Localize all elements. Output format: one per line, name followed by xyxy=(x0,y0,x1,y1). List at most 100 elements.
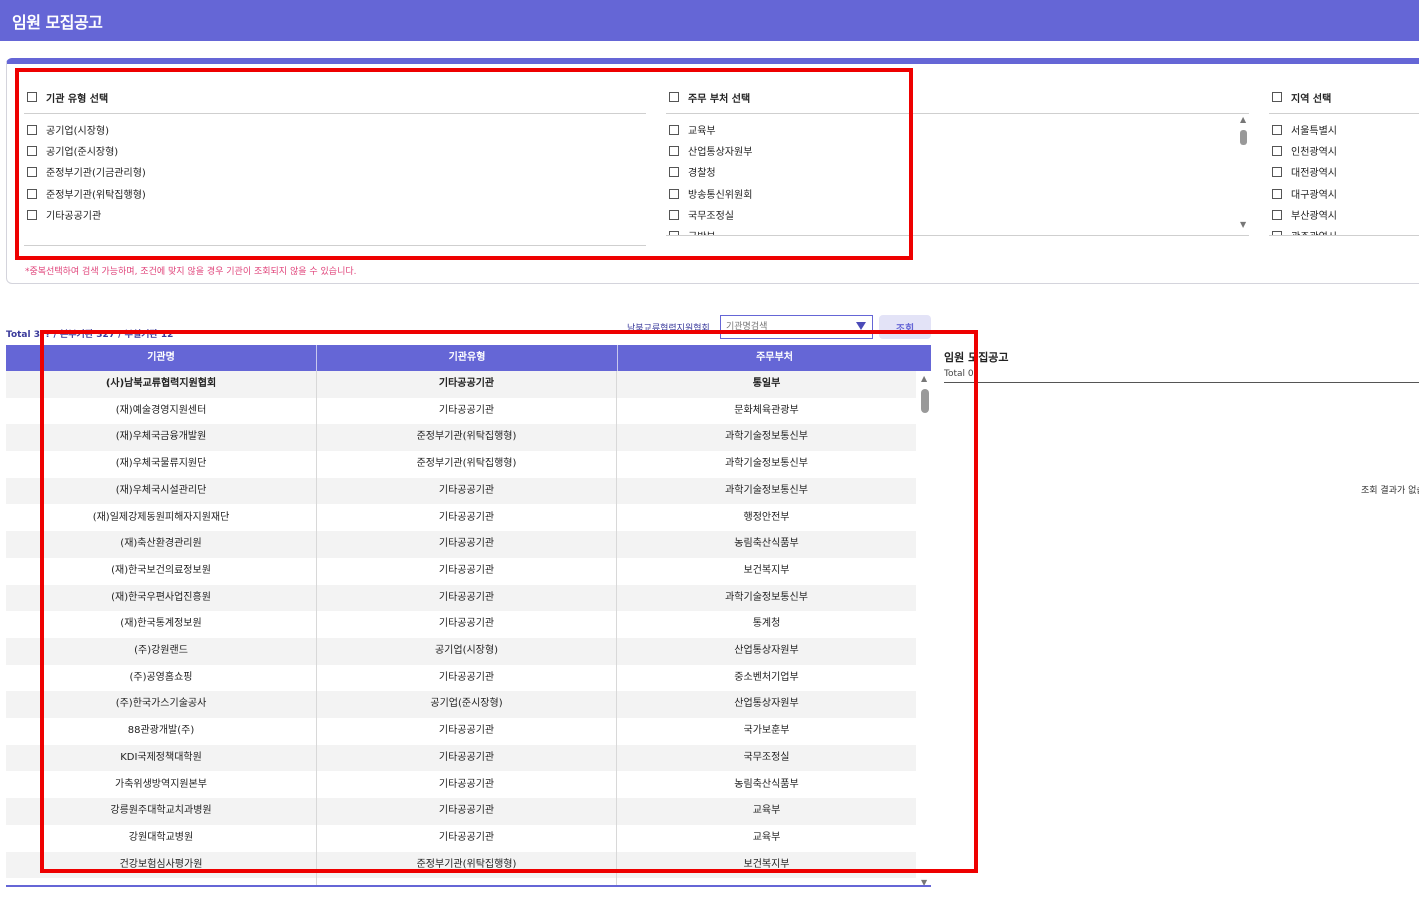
filter-option[interactable]: 산업통상자원부 xyxy=(666,143,866,159)
select-all-checkbox[interactable] xyxy=(669,92,679,102)
cell-institution-name: (재)우체국시설관리단 xyxy=(115,484,207,496)
option-checkbox[interactable] xyxy=(669,167,679,178)
option-checkbox[interactable] xyxy=(27,209,37,220)
institution-table: 기관명 기관유형 주무부처 건강보험심사평가원 준정부기관(위탁집행형) 보건복지부… xyxy=(6,345,931,887)
table-row[interactable]: (재)한국우편사업진흥원 기타공공기관 과학기술정보통신부 xyxy=(6,584,916,612)
cell-institution-name: 강원대학교병원 xyxy=(128,831,194,843)
cell-ministry: 행정안전부 xyxy=(743,511,790,523)
cell-institution-name: 강릉원주대학교치과병원 xyxy=(110,805,212,817)
filter-option[interactable]: 대구광역시 xyxy=(1269,186,1419,202)
column-header-name[interactable]: 기관명 xyxy=(6,345,317,371)
cell-institution-name: (주)한국가스기술공사 xyxy=(115,698,207,710)
filter-option[interactable]: 공기업(준시장형) xyxy=(24,143,224,159)
option-label: 교육부 xyxy=(688,126,716,137)
column-header-ministry[interactable]: 주무부처 xyxy=(618,345,931,371)
ministry-header[interactable]: 주무 부처 선택 xyxy=(666,84,1249,114)
select-all-checkbox[interactable] xyxy=(1272,92,1282,102)
option-label: 준정부기관(위탁집행형) xyxy=(46,189,146,201)
option-checkbox[interactable] xyxy=(669,146,679,157)
institution-search-input[interactable] xyxy=(726,320,854,334)
cell-institution-type: 준정부기관(위탁집행형) xyxy=(416,431,517,443)
filter-option[interactable]: 부산광역시 xyxy=(1269,207,1419,223)
filter-option[interactable]: 교육부 xyxy=(666,122,866,138)
table-row[interactable]: (사)남북교류협력지원협회 기타공공기관 통일부 xyxy=(6,371,916,398)
cell-ministry: 보건복지부 xyxy=(743,564,790,576)
table-row[interactable]: (재)우체국금융개발원 준정부기관(위탁집행형) 과학기술정보통신부 xyxy=(6,424,916,452)
option-checkbox[interactable] xyxy=(1272,146,1282,157)
cell-ministry: 산업통상자원부 xyxy=(734,645,799,656)
filter-option[interactable]: 국방부 xyxy=(666,228,866,235)
table-row[interactable]: (재)한국통계정보원 기타공공기관 통계청 xyxy=(6,611,916,638)
scroll-thumb[interactable] xyxy=(1240,130,1247,145)
option-checkbox[interactable] xyxy=(669,231,679,235)
option-checkbox[interactable] xyxy=(1272,188,1282,199)
cell-institution-type: 기타공공기관 xyxy=(438,725,495,737)
table-row[interactable]: 가축위생방역지원본부 기타공공기관 농림축산식품부 xyxy=(6,772,916,799)
filter-option[interactable]: 국무조정실 xyxy=(666,207,866,223)
option-label: 대전광역시 xyxy=(1291,168,1337,180)
institution-type-header[interactable]: 기관 유형 선택 xyxy=(24,84,646,114)
filter-option[interactable]: 공기업(시장형) xyxy=(24,122,224,138)
option-checkbox[interactable] xyxy=(1272,231,1282,235)
filter-option[interactable]: 광주광역시 xyxy=(1269,228,1419,235)
option-checkbox[interactable] xyxy=(669,209,679,220)
cell-institution-name: (재)예술경영지원센터 xyxy=(115,404,207,416)
table-row[interactable]: 88관광개발(주) 기타공공기관 국가보훈부 xyxy=(6,718,916,745)
table-row[interactable]: (재)우체국시설관리단 기타공공기관 과학기술정보통신부 xyxy=(6,477,916,505)
filter-option[interactable]: 인천광역시 xyxy=(1269,143,1419,159)
selected-institution-link[interactable]: 남북교류협력지원협회 xyxy=(627,321,710,334)
scroll-down-icon[interactable]: ▼ xyxy=(921,878,927,885)
scroll-up-icon[interactable]: ▲ xyxy=(921,374,927,383)
select-all-checkbox[interactable] xyxy=(27,92,37,102)
result-totals: Total 3?? / 본부기관 327 / 부설기관 12 xyxy=(6,330,174,340)
filter-option[interactable]: 경찰청 xyxy=(666,164,866,180)
filter-option[interactable]: 대전광역시 xyxy=(1269,164,1419,180)
filter-option[interactable]: 준정부기관(위탁집행형) xyxy=(24,186,224,202)
ministry-scrollbar[interactable]: ▲ ▼ xyxy=(1239,114,1249,235)
scroll-up-icon[interactable]: ▲ xyxy=(1240,116,1246,124)
cell-institution-type: 공기업(준시장형) xyxy=(430,698,503,710)
cell-institution-type: 기타공공기관 xyxy=(438,404,495,416)
table-row[interactable]: 건강보험심사평가원 준정부기관(위탁집행형) 보건복지부 xyxy=(6,851,916,879)
cell-institution-name: (재)일제강제동원피해자지원재단 xyxy=(92,511,230,523)
option-checkbox[interactable] xyxy=(27,125,37,135)
table-row[interactable]: (재)예술경영지원센터 기타공공기관 문화체육관광부 xyxy=(6,398,916,425)
table-row[interactable]: KDI국제정책대학원 기타공공기관 국무조정실 xyxy=(6,744,916,772)
table-row[interactable]: (재)일제강제동원피해자지원재단 기타공공기관 행정안전부 xyxy=(6,505,916,532)
option-checkbox[interactable] xyxy=(669,125,679,135)
table-row[interactable]: (재)한국보건의료정보원 기타공공기관 보건복지부 xyxy=(6,558,916,585)
institution-search-combo[interactable] xyxy=(720,315,873,339)
table-row[interactable]: (재)축산환경관리원 기타공공기관 농림축산식품부 xyxy=(6,531,916,558)
institution-type-list: 공기업(시장형) 공기업(준시장형) 준정부기관(기금관리형) 준정부기관(위탁집행형… xyxy=(24,114,646,246)
cell-institution-type: 기타공공기관 xyxy=(438,591,495,603)
option-label: 인천광역시 xyxy=(1291,147,1337,159)
dropdown-arrow-icon[interactable] xyxy=(856,322,866,330)
option-checkbox[interactable] xyxy=(1272,167,1282,178)
table-row[interactable]: (주)강원랜드 공기업(시장형) 산업통상자원부 xyxy=(6,638,916,665)
cell-institution-type: 기타공공기관 xyxy=(438,831,495,843)
filter-option[interactable]: 기타공공기관 xyxy=(24,207,224,223)
table-row[interactable]: (재)우체국물류지원단 준정부기관(위탁집행형) 과학기술정보통신부 xyxy=(6,451,916,478)
option-checkbox[interactable] xyxy=(669,188,679,199)
search-button[interactable]: 조회 xyxy=(879,315,931,339)
table-row[interactable]: 강릉원주대학교치과병원 기타공공기관 교육부 xyxy=(6,798,916,825)
institution-type-filter: 기관 유형 선택 공기업(시장형) 공기업(준시장형) 준정부기관(기금관리형) 준정… xyxy=(24,84,646,246)
filter-option[interactable]: 서울특별시 xyxy=(1269,122,1419,138)
column-header-type[interactable]: 기관유형 xyxy=(317,345,618,371)
option-checkbox[interactable] xyxy=(1272,209,1282,220)
option-checkbox[interactable] xyxy=(27,167,37,178)
table-scrollbar[interactable]: ▲ ▼ xyxy=(919,371,931,885)
option-checkbox[interactable] xyxy=(1272,125,1282,135)
region-header[interactable]: 지역 선택 xyxy=(1269,84,1419,114)
filter-option[interactable]: 방송통신위원회 xyxy=(666,186,866,202)
option-checkbox[interactable] xyxy=(27,188,37,199)
option-checkbox[interactable] xyxy=(27,146,37,157)
scroll-down-icon[interactable]: ▼ xyxy=(1240,221,1246,229)
option-label: 공기업(시장형) xyxy=(46,126,110,137)
table-row[interactable]: (주)공영홈쇼핑 기타공공기관 중소벤처기업부 xyxy=(6,665,916,692)
table-header: 기관명 기관유형 주무부처 xyxy=(6,345,931,371)
filter-option[interactable]: 준정부기관(기금관리형) xyxy=(24,164,224,180)
table-row[interactable]: 강원대학교병원 기타공공기관 교육부 xyxy=(6,825,916,852)
table-row[interactable]: (주)한국가스기술공사 공기업(준시장형) 산업통상자원부 xyxy=(6,691,916,719)
scroll-thumb[interactable] xyxy=(921,389,929,413)
